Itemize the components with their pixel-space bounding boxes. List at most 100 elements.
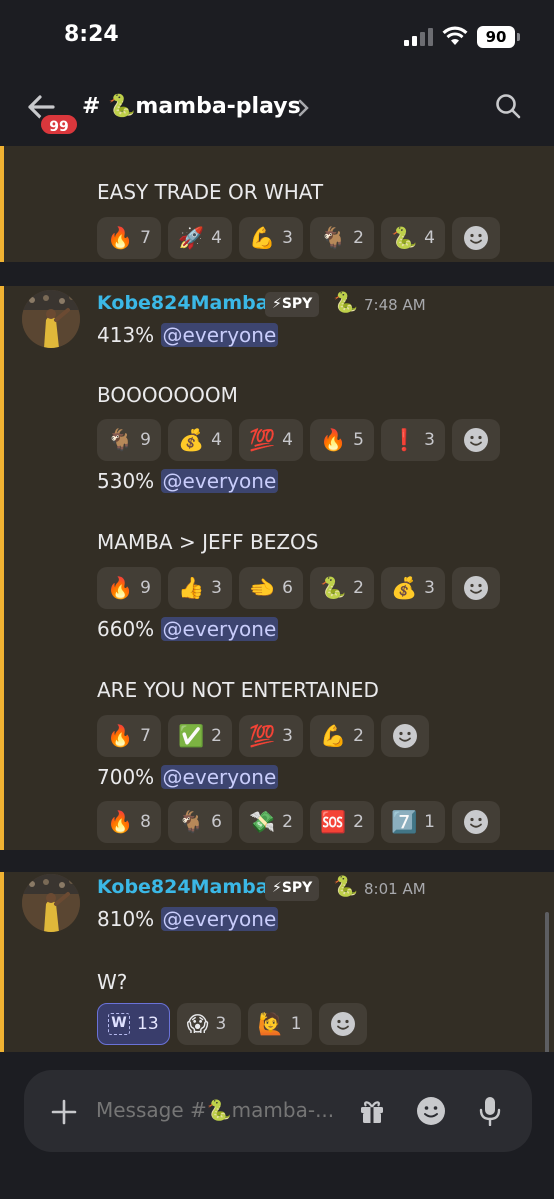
- reaction-count: 9: [140, 430, 151, 450]
- reaction-chip[interactable]: 7️⃣ 1: [381, 801, 445, 843]
- message-text: 810% @everyone: [97, 907, 279, 931]
- everyone-mention[interactable]: @everyone: [160, 469, 279, 493]
- everyone-mention[interactable]: @everyone: [160, 907, 279, 931]
- reaction-count: 3: [424, 430, 435, 450]
- message-block: EASY TRADE OR WHAT 🔥 7 🚀 4 💪 3 🐐 2 🐍 4: [0, 146, 554, 262]
- add-reaction-button[interactable]: [452, 801, 500, 843]
- reaction-count: 2: [211, 726, 222, 746]
- message-block: Kobe824Mamba ⚡SPY 🐍 8:01 AM 810% @everyo…: [0, 872, 554, 1052]
- reaction-emoji: 🔥: [320, 427, 347, 452]
- reaction-chip[interactable]: 💰 4: [168, 419, 232, 461]
- reaction-emoji: ❗: [391, 427, 418, 452]
- microphone-icon[interactable]: [478, 1096, 502, 1126]
- reaction-chip[interactable]: 🐍 2: [310, 567, 374, 609]
- reaction-count: 9: [140, 578, 151, 598]
- reaction-chip[interactable]: 😱 3: [176, 1003, 241, 1045]
- emoji-icon[interactable]: [416, 1096, 446, 1126]
- message-text: BOOOOOOOM: [97, 383, 238, 407]
- reaction-count: 7: [140, 228, 151, 248]
- reaction-count: 3: [211, 578, 222, 598]
- message-feed[interactable]: EASY TRADE OR WHAT 🔥 7 🚀 4 💪 3 🐐 2 🐍 4 Kobe82: [0, 146, 554, 1052]
- reaction-count: 4: [282, 430, 293, 450]
- reaction-count: 4: [424, 228, 435, 248]
- reaction-chip[interactable]: ✅ 2: [168, 715, 232, 757]
- reaction-count: 4: [211, 430, 222, 450]
- add-reaction-button[interactable]: [452, 567, 500, 609]
- everyone-mention[interactable]: @everyone: [160, 323, 279, 347]
- reaction-chip[interactable]: 💯 3: [239, 715, 303, 757]
- everyone-mention[interactable]: @everyone: [160, 617, 279, 641]
- reaction-chip[interactable]: 💸 2: [239, 801, 303, 843]
- scrollbar[interactable]: [545, 912, 549, 1060]
- unread-badge: 99: [38, 112, 80, 137]
- reaction-emoji: 🐐: [178, 809, 205, 834]
- avatar[interactable]: [22, 874, 80, 932]
- reaction-chip[interactable]: 💯 4: [239, 419, 303, 461]
- reaction-emoji: 🫲: [249, 575, 276, 600]
- message-input[interactable]: [96, 1098, 336, 1122]
- gift-icon[interactable]: [358, 1097, 386, 1125]
- everyone-mention[interactable]: @everyone: [160, 765, 279, 789]
- gain-percent: 530%: [97, 469, 155, 493]
- message-text: 413% @everyone: [97, 323, 279, 347]
- server-tag[interactable]: ⚡SPY: [265, 292, 320, 317]
- reaction-chip[interactable]: 🔥 9: [97, 567, 161, 609]
- username[interactable]: Kobe824Mamba: [97, 876, 269, 898]
- reaction-chip[interactable]: 🙋 1: [247, 1003, 312, 1045]
- reaction-chip[interactable]: 💪 2: [310, 715, 374, 757]
- gain-percent: 413%: [97, 323, 155, 347]
- search-icon[interactable]: [494, 92, 522, 120]
- reaction-chip[interactable]: 🐍 4: [381, 217, 445, 259]
- message-text: 700% @everyone: [97, 765, 279, 789]
- role-badge-icon: 🐍: [333, 874, 358, 898]
- gain-percent: 700%: [97, 765, 155, 789]
- reaction-emoji: 🔥: [107, 575, 134, 600]
- reaction-chip[interactable]: W 13: [97, 1003, 170, 1045]
- reaction-chip[interactable]: 🫲 6: [239, 567, 303, 609]
- reaction-emoji: 🐐: [107, 427, 134, 452]
- reaction-emoji: ✅: [178, 723, 205, 748]
- reaction-emoji: 💪: [320, 723, 347, 748]
- reaction-chip[interactable]: 👍 3: [168, 567, 232, 609]
- username[interactable]: Kobe824Mamba: [97, 292, 269, 314]
- message-text: 660% @everyone: [97, 617, 279, 641]
- reaction-emoji: 👍: [178, 575, 205, 600]
- add-reaction-button[interactable]: [318, 1003, 367, 1045]
- add-reaction-button[interactable]: [381, 715, 429, 757]
- reaction-chip[interactable]: 🐐 6: [168, 801, 232, 843]
- reaction-chip[interactable]: 💪 3: [239, 217, 303, 259]
- reaction-chip[interactable]: 🔥 7: [97, 715, 161, 757]
- plus-icon[interactable]: [50, 1098, 78, 1126]
- reaction-chip[interactable]: 🚀 4: [168, 217, 232, 259]
- reaction-count: 1: [290, 1014, 302, 1034]
- reaction-emoji: 🐍: [320, 575, 347, 600]
- reaction-count: 6: [211, 812, 222, 832]
- smiley-icon: [464, 810, 488, 834]
- battery-icon: 90: [477, 26, 520, 48]
- message-text: EASY TRADE OR WHAT: [97, 180, 324, 204]
- chevron-right-icon[interactable]: [297, 98, 311, 118]
- channel-name[interactable]: 🐍mamba-plays: [108, 94, 301, 119]
- server-tag[interactable]: ⚡SPY: [265, 876, 320, 901]
- avatar[interactable]: [22, 290, 80, 348]
- reaction-chip[interactable]: 💰 3: [381, 567, 445, 609]
- reaction-chip[interactable]: 🔥 8: [97, 801, 161, 843]
- reaction-emoji: 😱: [186, 1011, 209, 1036]
- role-badge-icon: 🐍: [333, 290, 358, 314]
- smiley-icon: [464, 226, 488, 250]
- reaction-chip[interactable]: 🔥 7: [97, 217, 161, 259]
- reaction-chip[interactable]: ❗ 3: [381, 419, 445, 461]
- reaction-chip[interactable]: 🐐 2: [310, 217, 374, 259]
- reaction-chip[interactable]: 🆘 2: [310, 801, 374, 843]
- cellular-signal-icon: [404, 28, 434, 46]
- reaction-row: 🔥 8 🐐 6 💸 2 🆘 2 7️⃣ 1: [97, 801, 500, 843]
- reaction-count: 5: [353, 430, 364, 450]
- reaction-chip[interactable]: 🔥 5: [310, 419, 374, 461]
- add-reaction-button[interactable]: [452, 419, 500, 461]
- timestamp: 7:48 AM: [364, 296, 426, 314]
- gain-percent: 810%: [97, 907, 155, 931]
- reaction-chip[interactable]: 🐐 9: [97, 419, 161, 461]
- reaction-count: 4: [211, 228, 222, 248]
- add-reaction-button[interactable]: [452, 217, 500, 259]
- reaction-row: 🔥 7 ✅ 2 💯 3 💪 2: [97, 715, 429, 757]
